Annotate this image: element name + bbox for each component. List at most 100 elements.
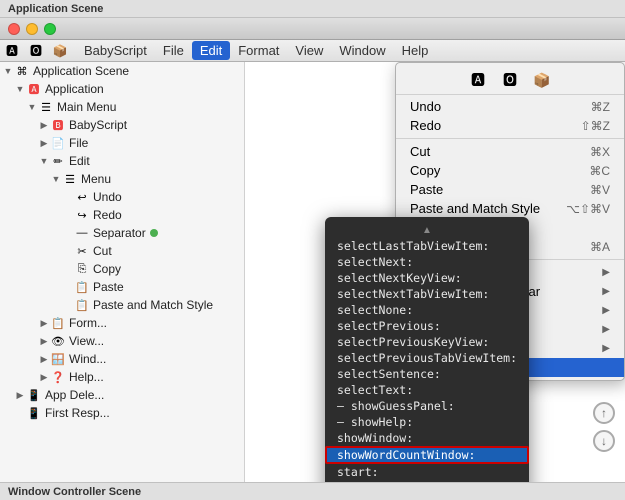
sidebar-item-paste-match[interactable]: 📋 Paste and Match Style xyxy=(0,296,244,314)
menu-format[interactable]: Format xyxy=(230,41,287,60)
app-icon-1: 🅰 xyxy=(4,43,20,59)
sidebar-item-redo[interactable]: ↪ Redo xyxy=(0,206,244,224)
separator-dot xyxy=(150,229,158,237)
app-icons: 🅰 🅾 📦 xyxy=(4,43,68,59)
sidebar-label: App Dele... xyxy=(45,388,104,402)
maximize-button[interactable] xyxy=(44,23,56,35)
sidebar-item-paste[interactable]: 📋 Paste xyxy=(0,278,244,296)
menu-babyscript[interactable]: BabyScript xyxy=(76,41,155,60)
sidebar-label: Help... xyxy=(69,370,104,384)
autocomplete-item-selectLastTabViewItem[interactable]: selectLastTabViewItem: xyxy=(325,238,529,254)
view-icon: 👁 xyxy=(50,333,66,349)
autocomplete-item-selectNext[interactable]: selectNext: xyxy=(325,254,529,270)
sidebar-item-window[interactable]: ▶ 🪟 Wind... xyxy=(0,350,244,368)
bs-icon: 🅱 xyxy=(50,117,66,133)
resize-up-button[interactable]: ↑ xyxy=(593,402,615,424)
sidebar-item-app-delegate[interactable]: ▶ 📱 App Dele... xyxy=(0,386,244,404)
editor-area: ▲ selectLastTabViewItem: selectNext: sel… xyxy=(245,62,625,482)
sidebar-item-babyscript[interactable]: ▶ 🅱 BabyScript xyxy=(0,116,244,134)
autocomplete-item-showWordCountWindow[interactable]: showWordCountWindow: xyxy=(325,446,529,464)
sidebar-label: Form... xyxy=(69,316,107,330)
sidebar-item-copy[interactable]: ⎘ Copy xyxy=(0,260,244,278)
copy-icon: ⎘ xyxy=(74,261,90,277)
app-icon-3: 📦 xyxy=(52,43,68,59)
arrow-icon: ▶ xyxy=(38,336,50,347)
close-button[interactable] xyxy=(8,23,20,35)
sidebar-label: Application Scene xyxy=(33,64,129,78)
edit-icon: ✏ xyxy=(50,153,66,169)
sidebar-label: Copy xyxy=(93,262,121,276)
arrow-icon: ▼ xyxy=(26,102,38,112)
autocomplete-item-selectPrevious[interactable]: selectPrevious: xyxy=(325,318,529,334)
autocomplete-item-showWindow[interactable]: showWindow: xyxy=(325,430,529,446)
paste-match-icon: 📋 xyxy=(74,297,90,313)
arrow-icon: ▼ xyxy=(50,174,62,184)
sidebar-item-cut[interactable]: ✂ Cut xyxy=(0,242,244,260)
minimize-button[interactable] xyxy=(26,23,38,35)
help-icon: ❓ xyxy=(50,369,66,385)
autocomplete-item-selectSentence[interactable]: selectSentence: xyxy=(325,366,529,382)
menu-window[interactable]: Window xyxy=(331,41,393,60)
header-icon-3: 📦 xyxy=(532,70,552,90)
menu-item-paste-match-label: Paste and Match Style xyxy=(410,201,566,216)
undo-icon: ↩ xyxy=(74,189,90,205)
menu-item-paste-match[interactable]: Paste and Match Style ⌥⇧⌘V xyxy=(396,199,624,218)
sidebar-item-menu[interactable]: ▼ ☰ Menu xyxy=(0,170,244,188)
menu-item-undo[interactable]: Undo ⌘Z xyxy=(396,97,624,116)
autocomplete-item-showHelp[interactable]: – showHelp: xyxy=(325,414,529,430)
sidebar-item-form[interactable]: ▶ 📋 Form... xyxy=(0,314,244,332)
menu-item-paste-match-shortcut: ⌥⇧⌘V xyxy=(566,202,610,216)
sidebar-item-undo[interactable]: ↩ Undo xyxy=(0,188,244,206)
sidebar-label: File xyxy=(69,136,88,150)
sidebar-item-edit[interactable]: ▼ ✏ Edit xyxy=(0,152,244,170)
menu-edit[interactable]: Edit xyxy=(192,41,230,60)
sidebar-item-main-menu[interactable]: ▼ ☰ Main Menu xyxy=(0,98,244,116)
arrow-icon: ▼ xyxy=(38,156,50,166)
app-icon-2: 🅾 xyxy=(28,43,44,59)
menu-item-copy-shortcut: ⌘C xyxy=(589,164,610,178)
resize-down-button[interactable]: ↓ xyxy=(593,430,615,452)
menu-item-copy-label: Copy xyxy=(410,163,589,178)
menu-item-cut[interactable]: Cut ⌘X xyxy=(396,142,624,161)
sidebar-item-help[interactable]: ▶ ❓ Help... xyxy=(0,368,244,386)
menu-help[interactable]: Help xyxy=(394,41,437,60)
arrow-icon: ▶ xyxy=(38,318,50,329)
submenu-arrow-transformations: ▶ xyxy=(602,324,610,335)
sidebar-item-file[interactable]: ▶ 📄 File xyxy=(0,134,244,152)
header-icon-1: 🅰 xyxy=(468,70,488,90)
arrow-icon: ▶ xyxy=(38,354,50,365)
scene-top-bar: Application Scene xyxy=(0,0,625,18)
menu-view[interactable]: View xyxy=(287,41,331,60)
sidebar-label: Main Menu xyxy=(57,100,116,114)
arrow-icon: ▼ xyxy=(2,66,14,76)
sidebar-item-application[interactable]: ▼ 🅰 Application xyxy=(0,80,244,98)
sidebar-item-first-resp[interactable]: 📱 First Resp... xyxy=(0,404,244,422)
autocomplete-item-selectNextKeyView[interactable]: selectNextKeyView: xyxy=(325,270,529,286)
scene-top-label: Application Scene xyxy=(8,3,103,15)
sidebar-label: Wind... xyxy=(69,352,106,366)
autocomplete-item-start[interactable]: start: xyxy=(325,464,529,480)
autocomplete-item-selectNextTabViewItem[interactable]: selectNextTabViewItem: xyxy=(325,286,529,302)
autocomplete-item-selectNone[interactable]: selectNone: xyxy=(325,302,529,318)
autocomplete-item-showGuessPanel[interactable]: – showGuessPanel: xyxy=(325,398,529,414)
scroll-down-icon[interactable]: ▼ xyxy=(325,480,529,482)
window-icon: 🪟 xyxy=(50,351,66,367)
menu-item-redo-label: Redo xyxy=(410,118,581,133)
sidebar-item-view[interactable]: ▶ 👁 View... xyxy=(0,332,244,350)
arrow-icon: ▶ xyxy=(38,372,50,383)
menu-item-redo[interactable]: Redo ⇧⌘Z xyxy=(396,116,624,135)
sidebar-item-application-scene[interactable]: ▼ ⌘ Application Scene xyxy=(0,62,244,80)
sidebar-item-separator[interactable]: — Separator xyxy=(0,224,244,242)
autocomplete-item-selectPreviousTabViewItem[interactable]: selectPreviousTabViewItem: xyxy=(325,350,529,366)
menu-item-paste[interactable]: Paste ⌘V xyxy=(396,180,624,199)
menu-bar: 🅰 🅾 📦 BabyScript File Edit Format View W… xyxy=(0,40,625,62)
sidebar-label: Paste xyxy=(93,280,124,294)
menu-item-copy[interactable]: Copy ⌘C xyxy=(396,161,624,180)
autocomplete-item-selectPreviousKeyView[interactable]: selectPreviousKeyView: xyxy=(325,334,529,350)
autocomplete-popup[interactable]: ▲ selectLastTabViewItem: selectNext: sel… xyxy=(325,217,529,482)
menu-file[interactable]: File xyxy=(155,41,192,60)
autocomplete-item-selectText[interactable]: selectText: xyxy=(325,382,529,398)
menu-separator-1 xyxy=(396,138,624,139)
scroll-up-icon[interactable]: ▲ xyxy=(325,223,529,238)
menu-icon: ☰ xyxy=(62,171,78,187)
